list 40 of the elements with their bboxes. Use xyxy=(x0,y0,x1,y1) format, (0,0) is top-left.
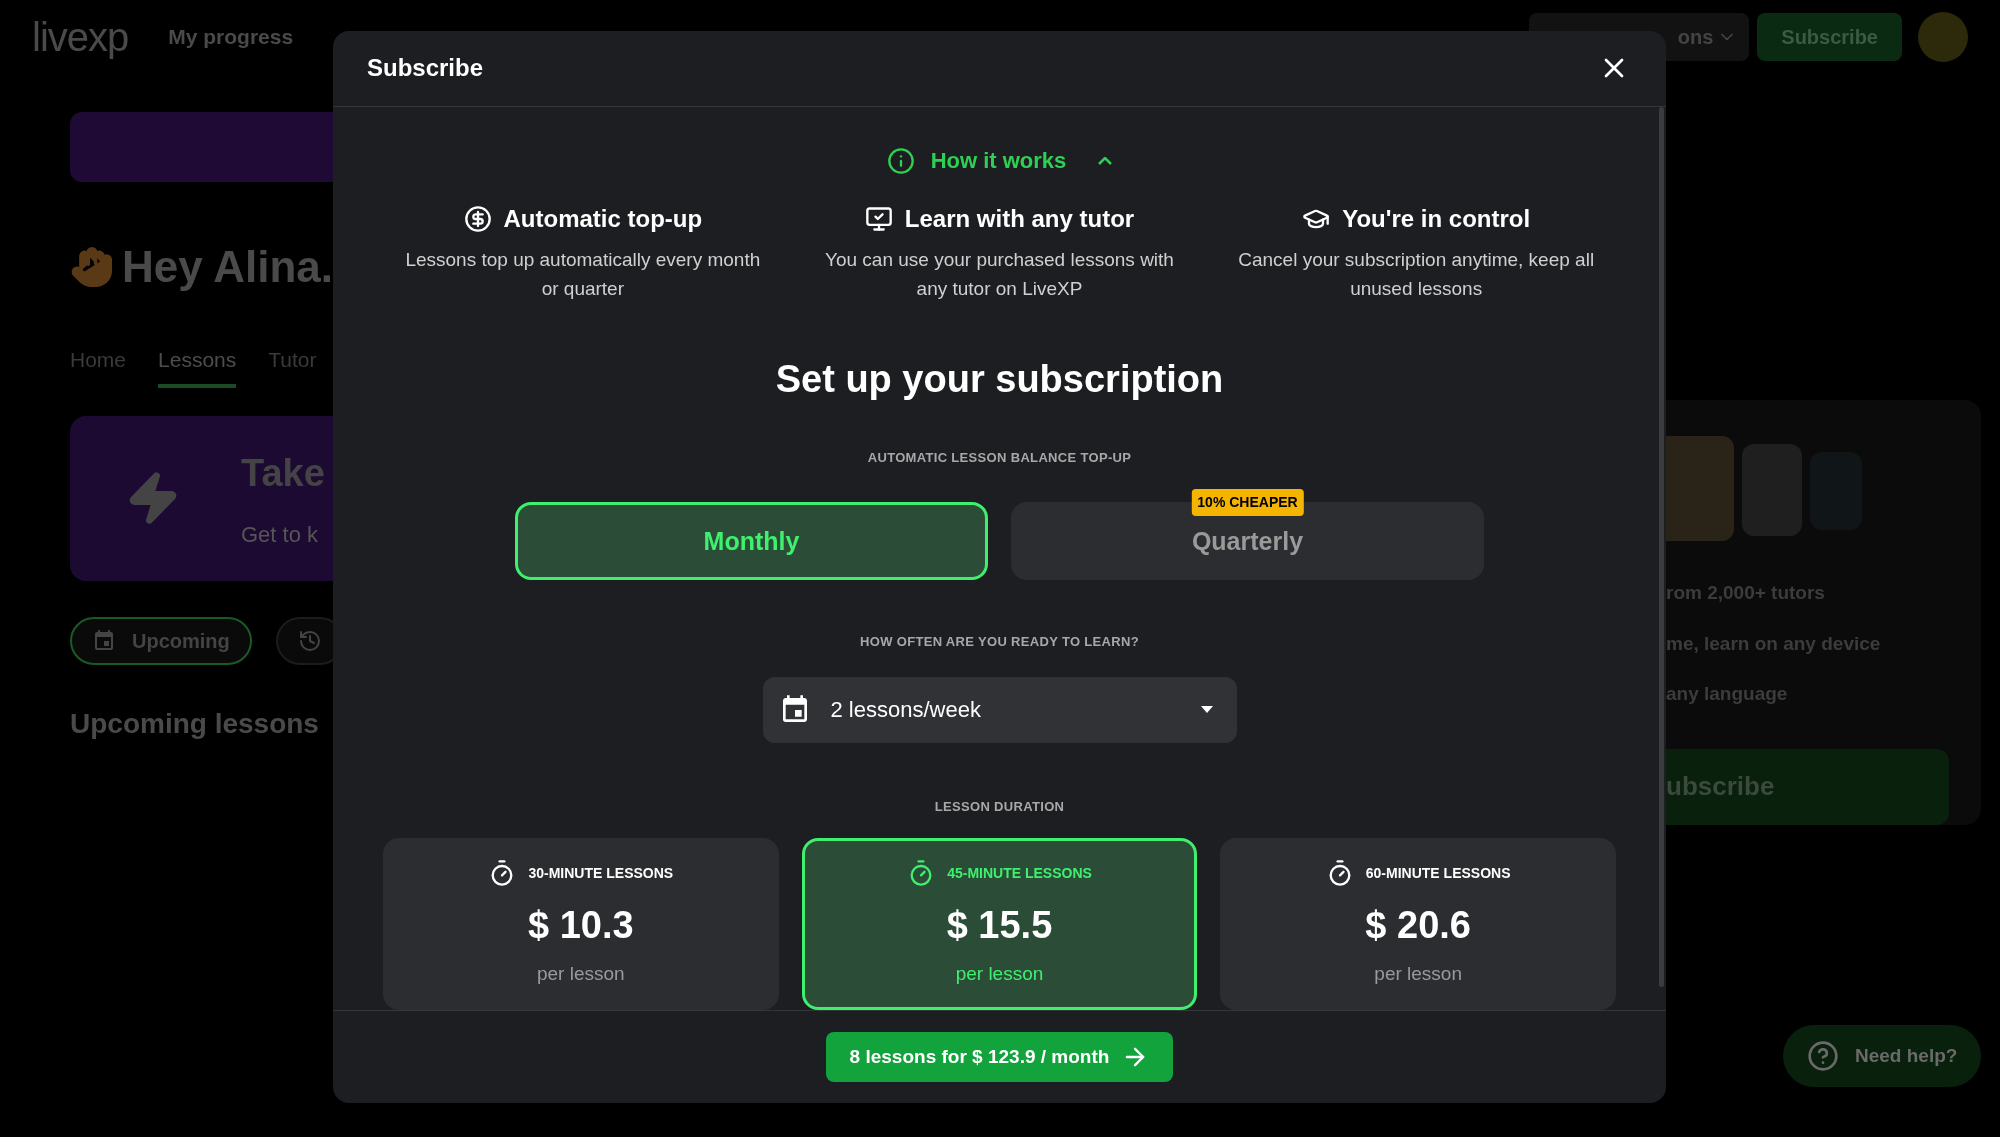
tab[interactable]: Home xyxy=(70,344,127,388)
duration-option[interactable]: 45-MINUTE LESSONS $ 15.5 per lesson xyxy=(801,838,1198,1011)
greeting: Hey Alina. xyxy=(121,241,333,293)
info-icon xyxy=(886,146,915,175)
nav-link[interactable]: My progress xyxy=(168,21,294,53)
filter-chip[interactable]: Upcoming xyxy=(70,616,252,665)
chevron-up-icon xyxy=(1098,156,1113,165)
feature-description: Cancel your subscription anytime, keep all unused lessons xyxy=(1237,247,1596,301)
dialog-title: Subscribe xyxy=(367,53,484,84)
help-button[interactable]: Need help? xyxy=(1783,1025,1982,1087)
discount-badge: 10% CHEAPER xyxy=(1191,489,1304,517)
promo-title: Take xyxy=(241,451,325,496)
duration-option[interactable]: 60-MINUTE LESSONS $ 20.6 per lesson xyxy=(1220,838,1616,1011)
frequency-select[interactable]: 2 lessons/week xyxy=(762,676,1237,743)
logo[interactable]: livexp xyxy=(32,7,129,67)
avatar[interactable] xyxy=(1918,12,1968,62)
calendar-icon xyxy=(92,628,116,653)
tab[interactable]: Tutor xyxy=(268,344,317,388)
section-title: Upcoming lessons xyxy=(70,706,320,741)
frequency-label: HOW OFTEN ARE YOU READY TO LEARN? xyxy=(860,633,1139,652)
scrollbar[interactable] xyxy=(1659,106,1664,987)
duration-label: LESSON DURATION xyxy=(934,797,1065,816)
feature-title: Automatic top-up xyxy=(503,203,703,234)
clock-icon xyxy=(297,628,322,653)
promo-subtitle: Get to k xyxy=(241,521,320,549)
help-icon xyxy=(1807,1040,1839,1072)
continue-button[interactable]: 8 lessons for $ 123.9 / month xyxy=(825,1032,1174,1083)
coin-icon xyxy=(463,204,492,233)
feature-title: You're in control xyxy=(1342,203,1531,234)
feature-description: You can use your purchased lessons with any tutor on LiveXP xyxy=(824,247,1175,301)
screen-check-icon xyxy=(864,204,893,233)
feature-title: Learn with any tutor xyxy=(904,203,1135,234)
feature-description: Lessons top up automatically every month or quarter xyxy=(404,247,762,301)
how-it-works-toggle[interactable]: How it works xyxy=(886,142,1113,179)
caret-icon xyxy=(1200,706,1213,714)
period-label: AUTOMATIC LESSON BALANCE TOP-UP xyxy=(867,448,1132,467)
period-option[interactable]: Monthly xyxy=(515,502,988,581)
duration-option[interactable]: 30-MINUTE LESSONS $ 10.3 per lesson xyxy=(383,838,779,1011)
section-heading: Set up your subscription xyxy=(775,356,1224,402)
tab[interactable]: Lessons xyxy=(158,344,237,388)
